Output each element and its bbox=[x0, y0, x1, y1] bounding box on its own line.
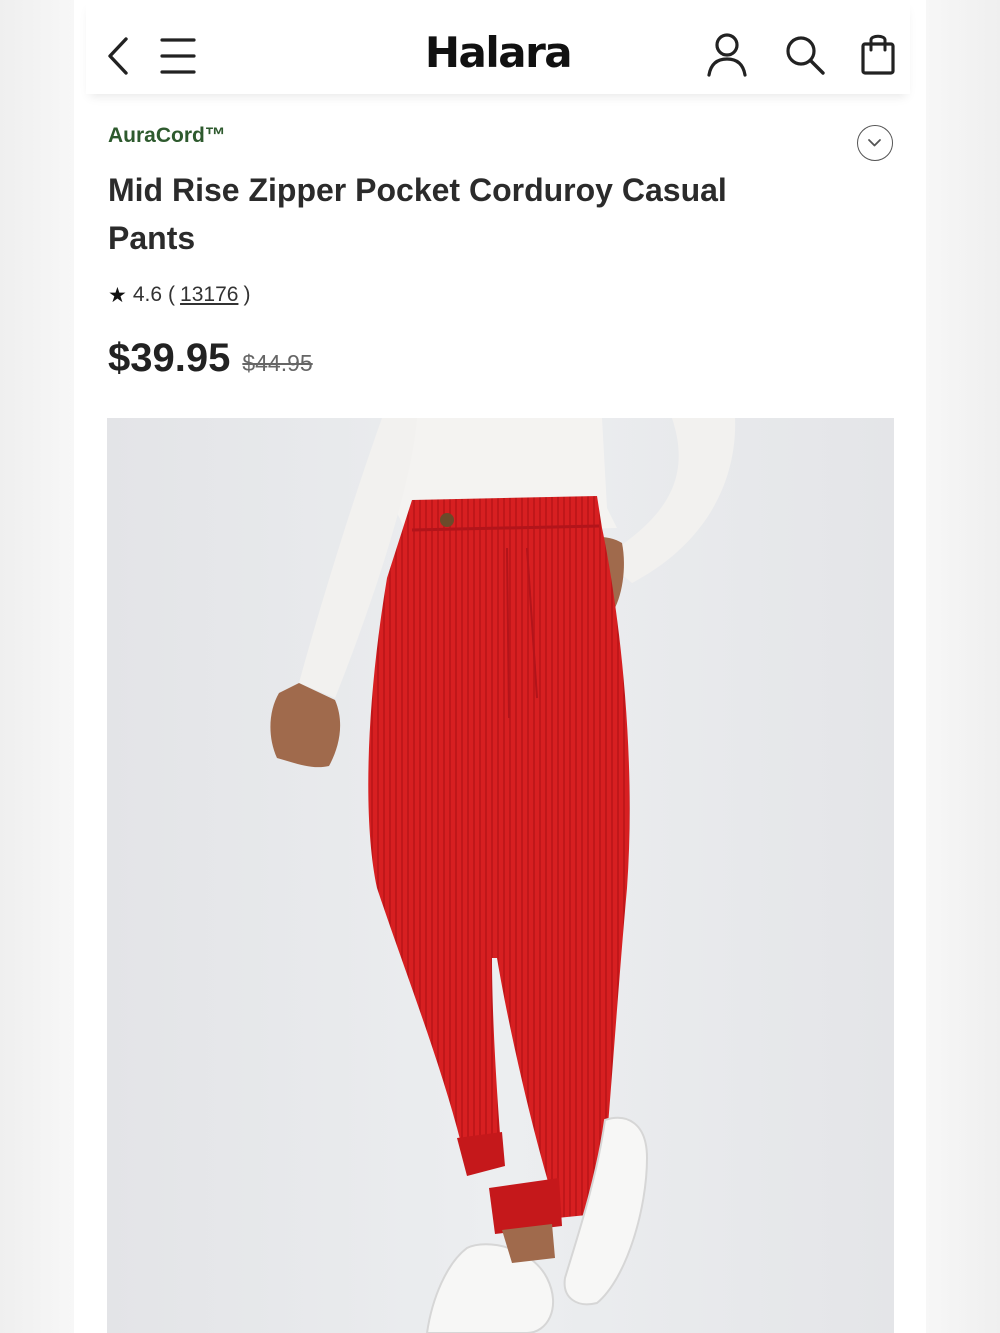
product-title: Mid Rise Zipper Pocket Corduroy Casual P… bbox=[108, 172, 727, 256]
review-count-link[interactable]: 13176 bbox=[180, 283, 238, 307]
top-nav-bar: Halara bbox=[86, 0, 910, 94]
shopping-bag-icon[interactable] bbox=[860, 32, 896, 76]
product-page: Halara AuraCord™ Mid Rise Zipper Pocket … bbox=[74, 0, 926, 1333]
rating-value: 4.6 bbox=[132, 283, 163, 306]
account-icon[interactable] bbox=[706, 32, 748, 78]
chevron-down-icon[interactable] bbox=[857, 125, 893, 161]
rating-paren-close: ) bbox=[243, 283, 251, 306]
rating-paren-open: ( bbox=[168, 283, 176, 306]
search-icon[interactable] bbox=[784, 34, 826, 76]
original-price: $44.95 bbox=[242, 350, 313, 376]
product-rating: ★ 4.6 ( 13176 ) bbox=[108, 280, 252, 310]
product-image[interactable] bbox=[107, 418, 894, 1333]
sale-price: $39.95 bbox=[108, 336, 231, 380]
price-row: $39.95 $44.95 bbox=[108, 336, 313, 381]
star-icon: ★ bbox=[108, 283, 127, 307]
brand-label[interactable]: AuraCord™ bbox=[108, 124, 226, 148]
